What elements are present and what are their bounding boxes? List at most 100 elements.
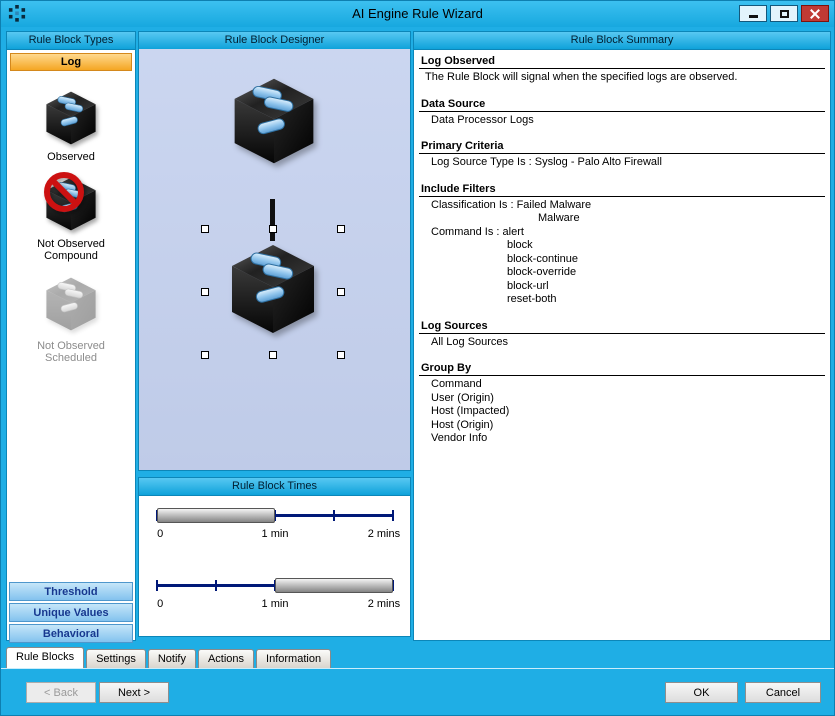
block-type-observed-label: Observed: [7, 151, 135, 163]
selection-handle[interactable]: [201, 225, 209, 233]
rule-block-types-panel: Rule Block Types Log Observed Not Observ…: [6, 31, 136, 641]
summary-line: block-url: [419, 280, 825, 294]
summary-line: block: [419, 239, 825, 253]
upper-cube-icon: [224, 73, 324, 169]
rule-block-node-selected[interactable]: [221, 239, 325, 344]
summary-section: Group By CommandUser (Origin)Host (Impact…: [419, 362, 825, 446]
time-range-slider[interactable]: 0 1 min 2 mins: [149, 570, 401, 618]
block-type-scheduled-label-2: Scheduled: [7, 352, 135, 364]
cancel-button[interactable]: Cancel: [745, 682, 821, 703]
block-type-compound-label-1: Not Observed: [7, 238, 135, 250]
summary-line: block-continue: [419, 253, 825, 267]
summary-section-title: Data Source: [419, 98, 825, 112]
rule-block-types-header: Rule Block Types: [7, 32, 135, 50]
summary-section: Log Sources All Log Sources: [419, 320, 825, 350]
tab-information[interactable]: Information: [256, 649, 331, 668]
ai-engine-rule-wizard-window: AI Engine Rule Wizard Rule Block Types L…: [0, 0, 835, 716]
tick-label: 1 min: [262, 598, 289, 610]
summary-line: Command Is : alert: [419, 226, 825, 240]
tick-label: 1 min: [262, 528, 289, 540]
summary-line: The Rule Block will signal when the spec…: [419, 71, 825, 85]
tick-label: 2 mins: [368, 598, 400, 610]
tab-notify[interactable]: Notify: [148, 649, 196, 668]
unique-values-button[interactable]: Unique Values: [9, 603, 133, 622]
slider-tick: [333, 510, 335, 521]
selection-handle[interactable]: [201, 288, 209, 296]
summary-section: Primary Criteria Log Source Type Is : Sys…: [419, 140, 825, 170]
scheduled-cube-icon: [40, 274, 102, 334]
rule-block-designer-header: Rule Block Designer: [139, 32, 410, 50]
log-type-button[interactable]: Log: [10, 53, 132, 71]
tick-label: 0: [157, 598, 163, 610]
rule-block-summary-panel: Rule Block Summary Log Observed The Rule …: [413, 31, 831, 641]
selection-handle[interactable]: [269, 225, 277, 233]
block-type-observed[interactable]: [40, 88, 102, 148]
prohibited-icon: [42, 170, 86, 214]
summary-section: Include Filters Classification Is : Faile…: [419, 183, 825, 307]
summary-line: reset-both: [419, 293, 825, 307]
summary-section-title: Include Filters: [419, 183, 825, 197]
summary-line: Data Processor Logs: [419, 114, 825, 128]
slider-tick: [156, 580, 158, 591]
minimize-button[interactable]: [739, 5, 767, 22]
tab-rule-blocks[interactable]: Rule Blocks: [6, 647, 84, 668]
summary-line: block-override: [419, 266, 825, 280]
rule-block-summary-header: Rule Block Summary: [414, 32, 830, 50]
ok-button[interactable]: OK: [665, 682, 738, 703]
selection-handle[interactable]: [269, 351, 277, 359]
maximize-icon: [780, 10, 789, 18]
summary-section-title: Log Sources: [419, 320, 825, 334]
summary-section-title: Log Observed: [419, 55, 825, 69]
tick-label: 2 mins: [368, 528, 400, 540]
behavioral-button[interactable]: Behavioral: [9, 624, 133, 643]
wizard-tabstrip: Rule Blocks Settings Notify Actions Info…: [1, 648, 834, 669]
tick-label: 0: [157, 528, 163, 540]
connector-line: [270, 199, 275, 241]
selection-handle[interactable]: [337, 351, 345, 359]
block-type-compound-label-2: Compound: [7, 250, 135, 262]
summary-line: User (Origin): [419, 392, 825, 406]
slider-tick: [215, 580, 217, 591]
time-range-bar[interactable]: [275, 578, 393, 593]
summary-section: Data Source Data Processor Logs: [419, 98, 825, 128]
time-range-slider[interactable]: 0 1 min 2 mins: [149, 500, 401, 548]
close-icon: [810, 9, 820, 19]
summary-sections: Log Observed The Rule Block will signal w…: [414, 49, 830, 640]
rule-block-times-header: Rule Block Times: [139, 478, 410, 496]
summary-line: Vendor Info: [419, 432, 825, 446]
time-range-bar[interactable]: [157, 508, 275, 523]
window-controls: [739, 5, 829, 22]
rule-block-times-panel: Rule Block Times 0 1 min 2 mins: [138, 477, 411, 637]
summary-line: Command: [419, 378, 825, 392]
tab-settings[interactable]: Settings: [86, 649, 146, 668]
summary-line: All Log Sources: [419, 336, 825, 350]
selection-handle[interactable]: [337, 288, 345, 296]
maximize-button[interactable]: [770, 5, 798, 22]
observed-cube-icon: [40, 88, 102, 148]
back-button[interactable]: < Back: [26, 682, 96, 703]
rule-block-node-upper[interactable]: [224, 73, 324, 174]
slider-tick: [392, 510, 394, 521]
block-type-not-observed-scheduled: [40, 274, 102, 334]
summary-line: Host (Origin): [419, 419, 825, 433]
summary-line: Classification Is : Failed Malware: [419, 199, 825, 213]
summary-section-title: Group By: [419, 362, 825, 376]
summary-section: Log Observed The Rule Block will signal w…: [419, 55, 825, 85]
minimize-icon: [749, 15, 758, 18]
selected-cube-icon: [221, 239, 325, 339]
selection-handle[interactable]: [201, 351, 209, 359]
summary-section-title: Primary Criteria: [419, 140, 825, 154]
threshold-button[interactable]: Threshold: [9, 582, 133, 601]
design-surface[interactable]: [139, 49, 410, 470]
rule-block-designer-panel: Rule Block Designer: [138, 31, 411, 471]
block-type-not-observed-compound[interactable]: [40, 174, 102, 234]
summary-line: Log Source Type Is : Syslog - Palo Alto …: [419, 156, 825, 170]
close-button[interactable]: [801, 5, 829, 22]
summary-line: Malware: [419, 212, 825, 226]
selection-handle[interactable]: [337, 225, 345, 233]
tab-actions[interactable]: Actions: [198, 649, 254, 668]
titlebar: AI Engine Rule Wizard: [1, 1, 834, 27]
block-type-scheduled-label-1: Not Observed: [7, 340, 135, 352]
next-button[interactable]: Next >: [99, 682, 169, 703]
summary-line: Host (Impacted): [419, 405, 825, 419]
